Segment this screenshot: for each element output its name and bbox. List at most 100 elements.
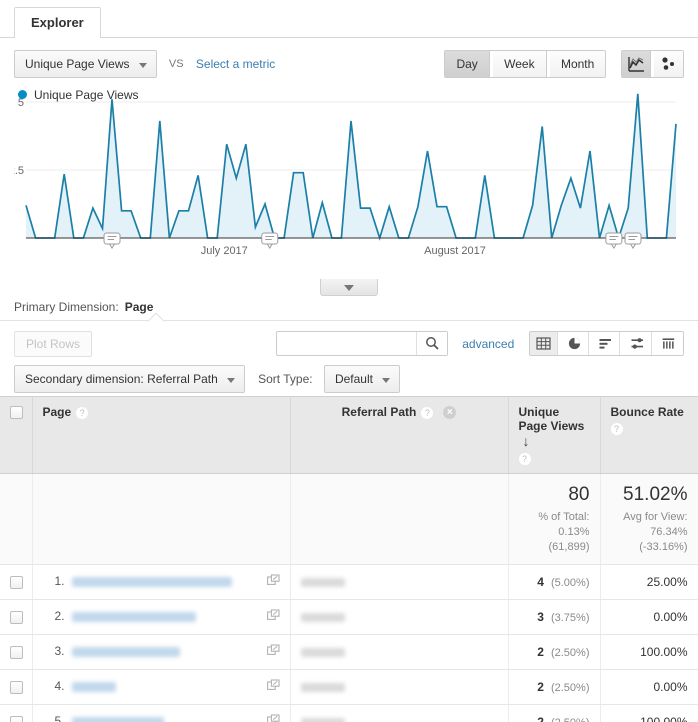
table-header-row: Page? Referral Path? × Unique Page Views↓… bbox=[0, 396, 698, 474]
summary-upv-note-3: (61,899) bbox=[548, 541, 590, 553]
open-in-new-window-icon[interactable] bbox=[266, 714, 280, 722]
column-header-referral-path[interactable]: Referral Path? × bbox=[290, 396, 509, 474]
search-input[interactable] bbox=[276, 332, 415, 355]
page-link[interactable] bbox=[71, 611, 196, 622]
page-link[interactable] bbox=[71, 716, 164, 722]
legend-color-dot bbox=[18, 90, 27, 100]
bounce-rate-value: 0.00% bbox=[653, 610, 688, 624]
table-row[interactable]: 1. 4 (5.00%) 25.00% bbox=[0, 564, 698, 600]
comparison-view-button[interactable] bbox=[623, 332, 652, 355]
search-button[interactable] bbox=[415, 332, 447, 355]
granularity-month-button[interactable]: Month bbox=[549, 51, 606, 77]
column-header-page-label: Page bbox=[42, 405, 72, 419]
referral-path-value bbox=[300, 648, 345, 658]
sort-type-value: Default bbox=[334, 372, 373, 386]
summary-referral-path-cell bbox=[290, 473, 509, 565]
column-header-bounce-rate[interactable]: Bounce Rate ? bbox=[600, 396, 698, 474]
unique-page-views-percent: (3.75%) bbox=[550, 612, 590, 624]
chart-collapse-toggle[interactable] bbox=[320, 279, 378, 296]
chevron-down-icon bbox=[138, 63, 147, 68]
row-checkbox-cell bbox=[0, 634, 33, 670]
row-page-cell: 4. bbox=[32, 669, 291, 705]
column-header-page[interactable]: Page? bbox=[32, 396, 291, 474]
row-referral-path-cell bbox=[290, 669, 509, 705]
summary-bounce-rate-note: Avg for View: 76.34% (-33.16%) bbox=[611, 510, 687, 555]
help-icon[interactable]: ? bbox=[518, 453, 531, 465]
unique-page-views-value: 4 bbox=[537, 575, 544, 589]
table-body: 80 % of Total: 0.13% (61,899) 51.02% Avg… bbox=[0, 473, 698, 722]
performance-view-button[interactable] bbox=[592, 332, 621, 355]
table-row[interactable]: 3. 2 (2.50%) 100.00% bbox=[0, 634, 698, 670]
chart-annotation-marker[interactable] bbox=[103, 232, 121, 249]
table-row[interactable]: 4. 2 (2.50%) 0.00% bbox=[0, 669, 698, 705]
granularity-week-button[interactable]: Week bbox=[493, 51, 547, 77]
sort-type-dropdown[interactable]: Default bbox=[323, 365, 400, 393]
row-referral-path-cell bbox=[290, 704, 509, 722]
column-header-referral-path-label: Referral Path bbox=[341, 405, 417, 419]
unique-page-views-line-chart[interactable]: 5 2.5 July 2017 August 2017 bbox=[14, 90, 684, 270]
summary-bounce-rate-cell: 51.02% Avg for View: 76.34% (-33.16%) bbox=[600, 473, 698, 565]
line-chart-icon bbox=[627, 57, 644, 72]
row-bounce-rate-cell: 0.00% bbox=[600, 669, 698, 705]
chart-annotation-marker[interactable] bbox=[261, 232, 279, 249]
motion-chart-button[interactable] bbox=[654, 51, 683, 77]
chart-annotation-marker[interactable] bbox=[605, 232, 623, 249]
help-icon[interactable]: ? bbox=[76, 406, 89, 419]
tab-explorer[interactable]: Explorer bbox=[14, 7, 101, 39]
open-in-new-window-icon[interactable] bbox=[266, 609, 280, 625]
plot-rows-button[interactable]: Plot Rows bbox=[14, 331, 93, 357]
pivot-view-icon bbox=[662, 338, 675, 349]
select-all-header bbox=[0, 396, 33, 474]
summary-unique-page-views-note: % of Total: 0.13% (61,899) bbox=[519, 510, 590, 555]
page-link[interactable] bbox=[71, 681, 116, 692]
advanced-link[interactable]: advanced bbox=[462, 337, 514, 351]
remove-secondary-dimension-icon[interactable]: × bbox=[443, 406, 457, 420]
help-icon[interactable]: ? bbox=[421, 406, 434, 419]
row-unique-page-views-cell: 2 (2.50%) bbox=[508, 669, 601, 705]
page-link[interactable] bbox=[71, 646, 180, 657]
row-checkbox-cell bbox=[0, 599, 33, 635]
row-checkbox[interactable] bbox=[10, 681, 23, 695]
row-checkbox[interactable] bbox=[10, 611, 23, 625]
line-chart-button[interactable] bbox=[621, 51, 651, 77]
open-in-new-window-icon[interactable] bbox=[266, 679, 280, 695]
row-checkbox[interactable] bbox=[10, 646, 23, 660]
chevron-down-icon bbox=[226, 378, 235, 383]
open-in-new-window-icon[interactable] bbox=[266, 574, 280, 590]
unique-page-views-percent: (2.50%) bbox=[551, 717, 590, 722]
search-and-views: advanced bbox=[275, 331, 684, 356]
summary-unique-page-views-cell: 80 % of Total: 0.13% (61,899) bbox=[508, 473, 601, 565]
table-row[interactable]: 5. 2 (2.50%) 100.00% bbox=[0, 704, 698, 722]
row-bounce-rate-cell: 100.00% bbox=[600, 634, 698, 670]
chart-controls: Day Week Month bbox=[444, 50, 684, 78]
pivot-view-button[interactable] bbox=[655, 332, 683, 355]
open-in-new-window-icon[interactable] bbox=[266, 644, 280, 660]
select-a-metric-link[interactable]: Select a metric bbox=[196, 57, 275, 71]
row-checkbox-cell bbox=[0, 704, 33, 722]
page-link[interactable] bbox=[71, 576, 232, 587]
summary-upv-note-1: % of Total: bbox=[538, 511, 590, 523]
chevron-down-icon bbox=[381, 378, 390, 383]
row-index: 5. bbox=[54, 714, 65, 722]
metric-dropdown[interactable]: Unique Page Views bbox=[14, 50, 157, 78]
row-checkbox[interactable] bbox=[10, 716, 23, 722]
table-row[interactable]: 2. 3 (3.75%) 0.00% bbox=[0, 599, 698, 635]
bounce-rate-value: 100.00% bbox=[640, 715, 688, 722]
tab-strip: Explorer bbox=[0, 0, 698, 39]
secondary-dimension-dropdown[interactable]: Secondary dimension: Referral Path bbox=[14, 365, 245, 393]
chart-container: Unique Page Views 5 2.5 July 2017 August … bbox=[0, 88, 698, 296]
row-bounce-rate-cell: 0.00% bbox=[600, 599, 698, 635]
granularity-day-button[interactable]: Day bbox=[445, 51, 490, 77]
table-view-button[interactable] bbox=[529, 332, 558, 355]
row-checkbox[interactable] bbox=[10, 576, 23, 590]
metric-selector-row: Unique Page Views VS Select a metric Day… bbox=[0, 38, 698, 90]
select-all-checkbox[interactable] bbox=[10, 406, 23, 420]
primary-dimension-value[interactable]: Page bbox=[125, 300, 154, 314]
row-index: 4. bbox=[54, 679, 65, 693]
pie-chart-view-button[interactable] bbox=[560, 332, 589, 355]
row-referral-path-cell bbox=[290, 564, 509, 600]
help-icon[interactable]: ? bbox=[610, 423, 623, 435]
column-header-unique-page-views[interactable]: Unique Page Views↓ ? bbox=[508, 396, 601, 474]
chart-annotation-marker[interactable] bbox=[624, 232, 642, 249]
summary-upv-note-2: 0.13% bbox=[558, 526, 590, 538]
